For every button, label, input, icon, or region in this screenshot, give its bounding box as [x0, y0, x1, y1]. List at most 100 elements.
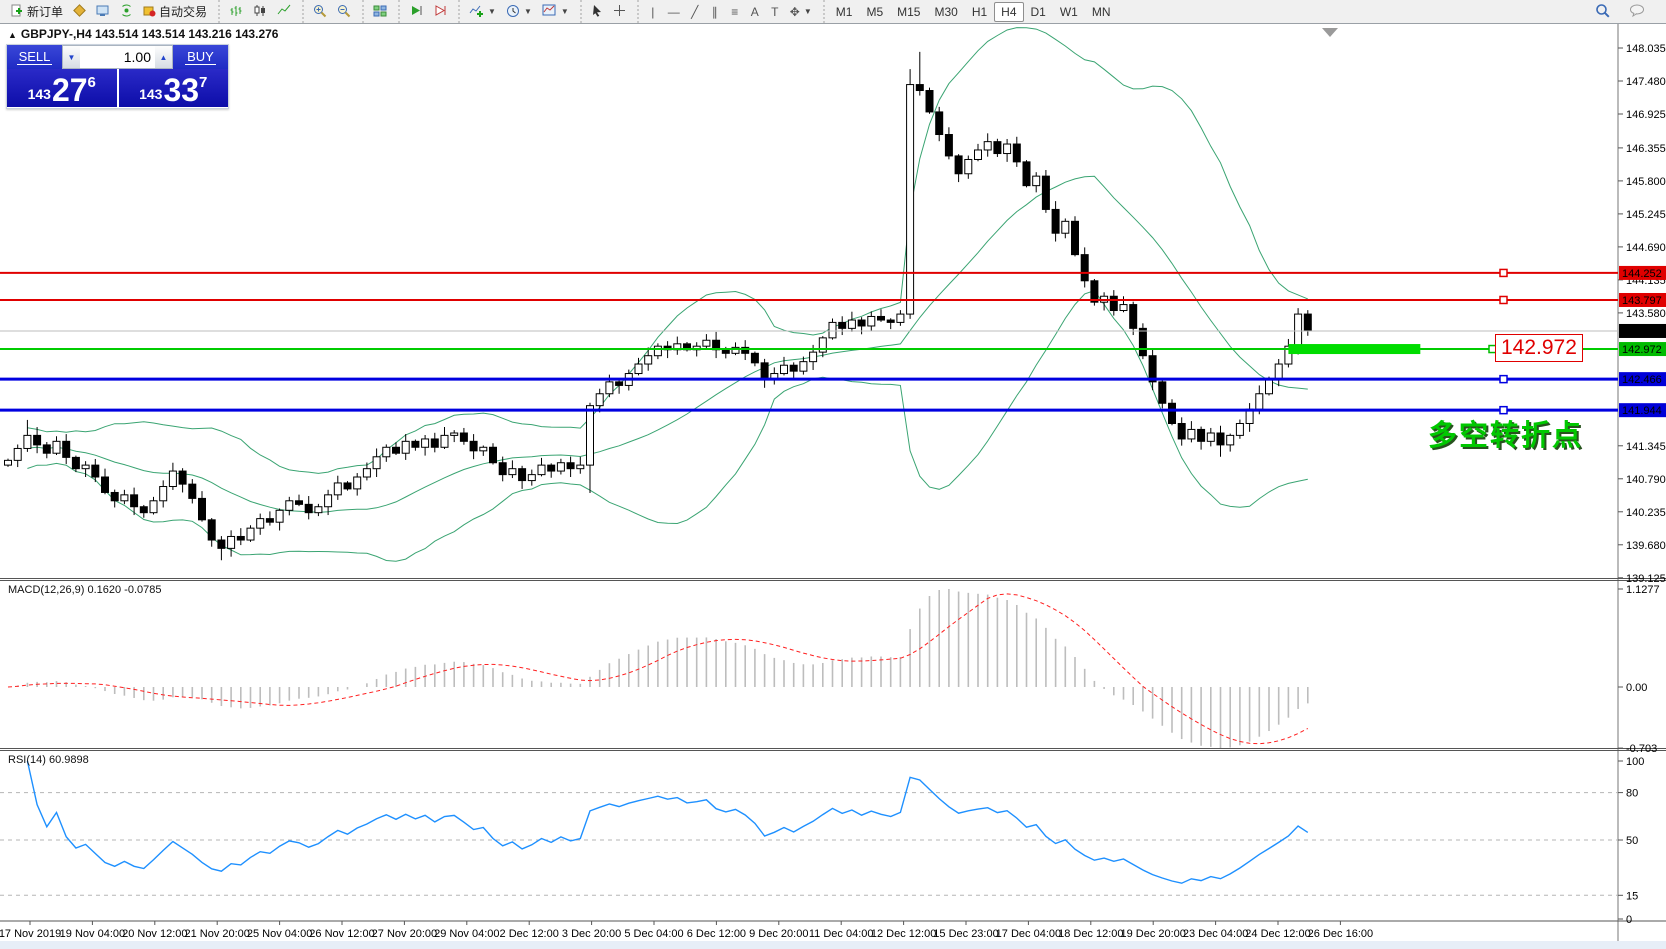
candle-body [654, 346, 661, 356]
candle-body [1266, 379, 1273, 393]
candle-body [1052, 209, 1059, 233]
line-handle[interactable] [1500, 269, 1507, 276]
candle-body [1042, 176, 1049, 209]
candle-body [266, 519, 273, 523]
price-level-callout[interactable]: 142.972 [1495, 334, 1583, 362]
candle-body [24, 435, 31, 448]
price-badge-label: 142.972 [1622, 344, 1662, 356]
time-axis-label[interactable]: 23 Dec 04:00 [1183, 928, 1248, 940]
candle-body [490, 447, 497, 462]
time-axis-label[interactable]: 20 Nov 12:00 [122, 928, 187, 940]
time-axis-label[interactable]: 11 Dec 04:00 [809, 928, 874, 940]
time-axis-label[interactable]: 19 Nov 04:00 [60, 928, 125, 940]
candle-body [208, 520, 215, 540]
candle-body [63, 441, 70, 457]
candle-body [1139, 328, 1146, 355]
candle-body [228, 536, 235, 548]
candle-body [1207, 433, 1214, 441]
candle-body [257, 519, 264, 529]
highlight-rectangle[interactable] [1288, 344, 1420, 354]
volume-increase-button[interactable]: ▲ [155, 46, 172, 68]
candle-body [150, 501, 157, 513]
line-handle[interactable] [1500, 296, 1507, 303]
price-axis-label: 143.580 [1626, 308, 1666, 320]
time-axis-label[interactable]: 2 Dec 12:00 [500, 928, 559, 940]
ask-pips: 33 [163, 75, 199, 105]
candle-body [92, 465, 99, 477]
candle-body [1256, 394, 1263, 409]
candle-body [1091, 281, 1098, 302]
rsi-indicator-label: RSI(14) 60.9898 [8, 754, 89, 766]
time-axis-label[interactable]: 18 Dec 12:00 [1058, 928, 1123, 940]
time-axis-label[interactable]: 29 Nov 04:00 [434, 928, 499, 940]
candle-body [606, 382, 613, 394]
rsi-axis-label: 80 [1626, 788, 1638, 800]
one-click-expand-icon[interactable]: ▲ [8, 30, 17, 40]
price-axis-label: 145.800 [1626, 176, 1666, 188]
candle-body [887, 320, 894, 322]
time-axis-label[interactable]: 12 Dec 12:00 [871, 928, 936, 940]
buy-label: BUY [185, 49, 216, 65]
candle-body [596, 394, 603, 406]
candle-body [363, 469, 370, 477]
price-badge-label: 143.797 [1622, 295, 1662, 307]
volume-input[interactable] [80, 46, 155, 68]
candle-body [955, 156, 962, 174]
candle-body [111, 492, 118, 500]
bid-big-figure: 143 [28, 86, 51, 102]
candle-body [199, 498, 206, 519]
price-axis-label: 141.345 [1626, 441, 1666, 453]
candle-body [179, 471, 186, 484]
candle-body [237, 536, 244, 540]
time-axis-label[interactable]: 17 Dec 04:00 [996, 928, 1061, 940]
time-axis-label[interactable]: 24 Dec 12:00 [1245, 928, 1310, 940]
rsi-line [27, 761, 1307, 883]
candle-body [1120, 305, 1127, 311]
candle-body [373, 457, 380, 469]
sell-price-button[interactable]: 143 27 6 [7, 69, 117, 107]
macd-panel [8, 589, 1308, 748]
chart-shift-marker[interactable] [1322, 28, 1338, 37]
candle-body [916, 85, 923, 91]
time-axis-label[interactable]: 9 Dec 20:00 [749, 928, 808, 940]
candle-body [82, 465, 89, 469]
candle-body [800, 362, 807, 372]
candle-body [616, 382, 623, 386]
candle-body [169, 471, 176, 486]
candle-body [1081, 255, 1088, 281]
bid-pips: 27 [52, 75, 88, 105]
time-axis-label[interactable]: 15 Dec 23:00 [933, 928, 998, 940]
time-axis-label[interactable]: 25 Nov 04:00 [247, 928, 312, 940]
bid-pipette: 6 [88, 74, 96, 91]
chart-canvas[interactable]: 148.035147.480146.925146.355145.800145.2… [0, 0, 1666, 949]
candle-body [325, 495, 332, 507]
price-axis-label: 139.125 [1626, 573, 1666, 585]
buy-button[interactable]: BUY [173, 45, 228, 69]
price-axis-label: 139.680 [1626, 540, 1666, 552]
time-axis-label[interactable]: 6 Dec 12:00 [687, 928, 746, 940]
time-axis-label[interactable]: 26 Dec 16:00 [1308, 928, 1373, 940]
rsi-axis-label: 0 [1626, 914, 1632, 926]
candle-body [131, 495, 138, 507]
time-axis-label[interactable]: 21 Nov 20:00 [184, 928, 249, 940]
candle-body [1198, 429, 1205, 441]
sell-button[interactable]: SELL [7, 45, 62, 69]
price-badge-label: 142.466 [1622, 374, 1662, 386]
time-axis-label[interactable]: 27 Nov 20:00 [372, 928, 437, 940]
volume-decrease-button[interactable]: ▼ [63, 46, 80, 68]
candle-body [1013, 144, 1020, 162]
candle-body [431, 439, 438, 447]
candle-body [1188, 429, 1195, 439]
rsi-axis-label: 100 [1626, 756, 1644, 768]
line-handle[interactable] [1500, 376, 1507, 383]
time-axis-label[interactable]: 5 Dec 04:00 [624, 928, 683, 940]
candle-body [528, 475, 535, 481]
time-axis-label[interactable]: 19 Dec 20:00 [1120, 928, 1185, 940]
annotation-text: 多空转折点 [1428, 412, 1583, 454]
buy-price-button[interactable]: 143 33 7 [119, 69, 229, 107]
candle-body [34, 435, 41, 445]
time-axis-label[interactable]: 3 Dec 20:00 [562, 928, 621, 940]
time-axis-label[interactable]: 26 Nov 12:00 [309, 928, 374, 940]
time-axis-label[interactable]: 17 Nov 2019 [0, 928, 61, 940]
candle-body [790, 365, 797, 371]
